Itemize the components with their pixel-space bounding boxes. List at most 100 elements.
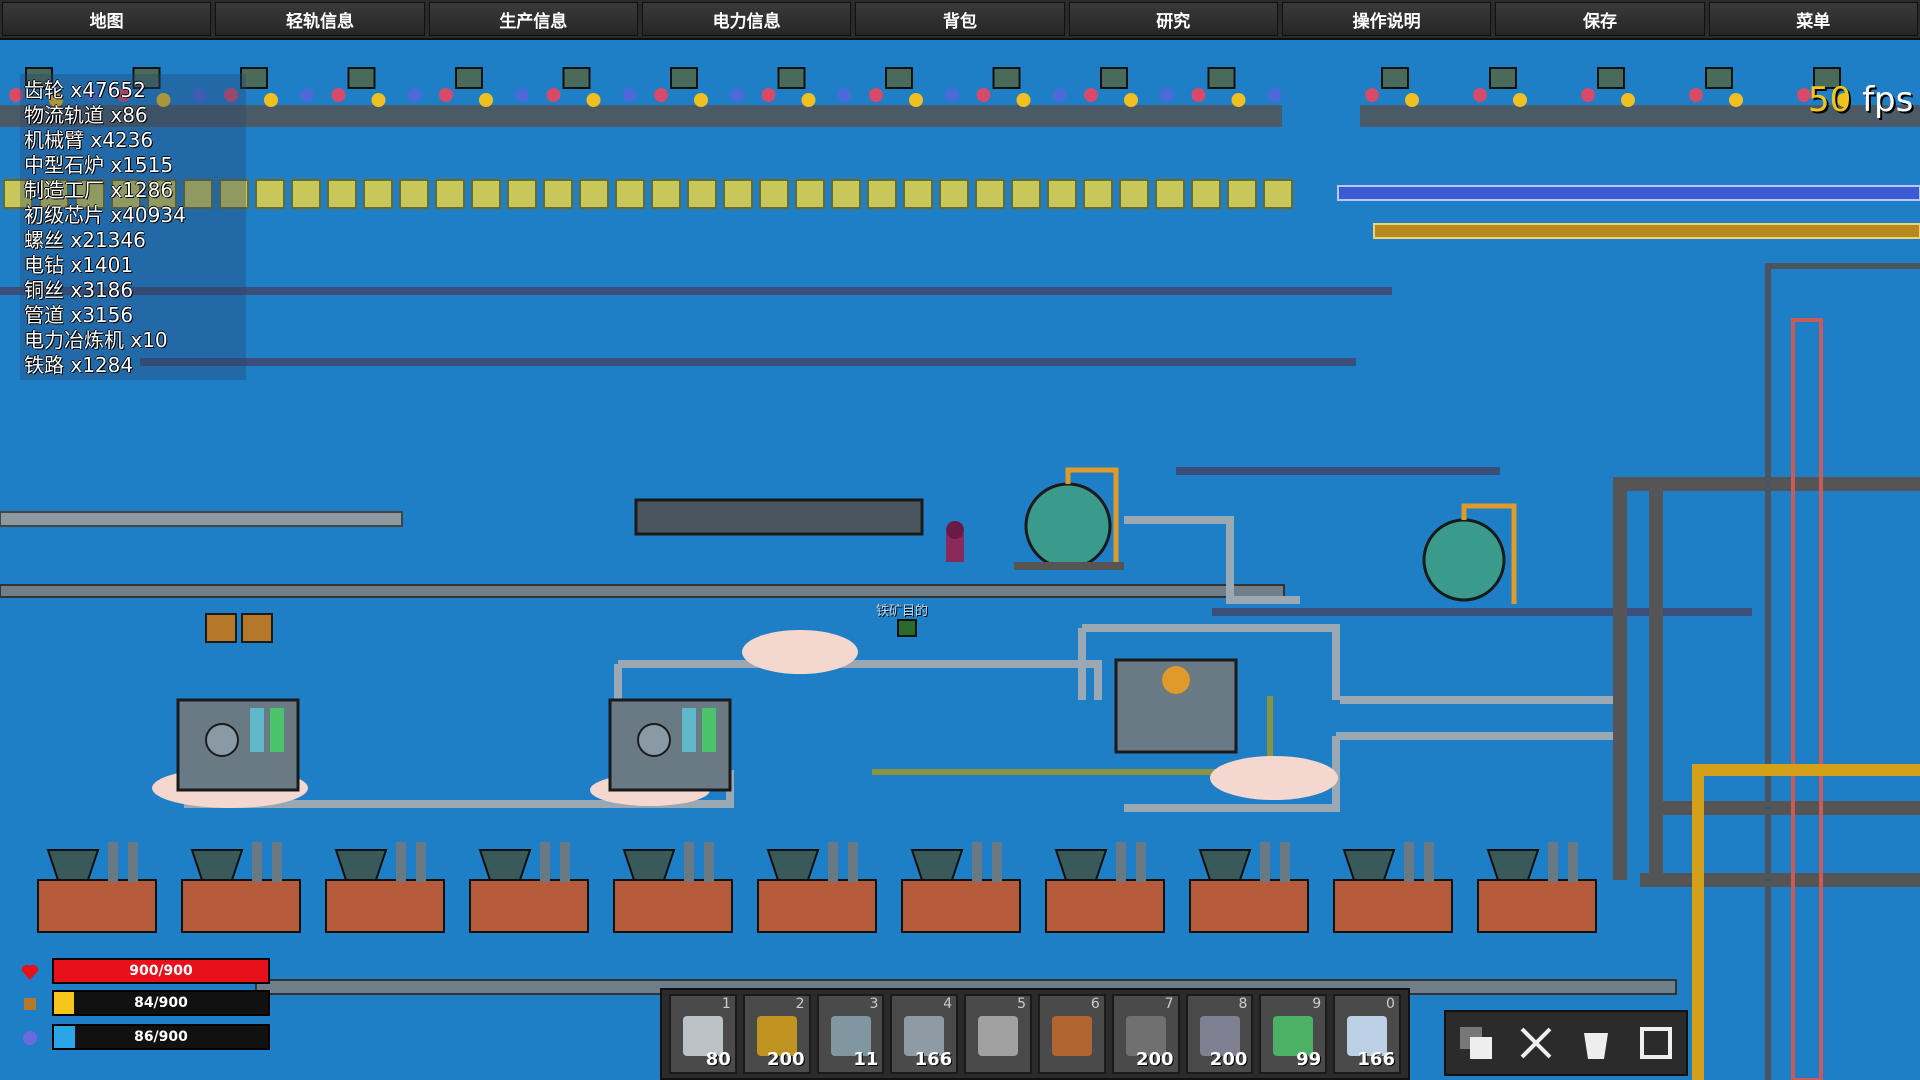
slot-key-label: 5 [1017,996,1026,1012]
cargo-wagons [634,498,924,536]
slot-key-label: 1 [721,996,731,1012]
cancel-tool-button[interactable] [1506,1012,1566,1074]
storage-tank-1 [1014,467,1124,570]
inventory-item: 电力冶炼机 x10 [24,328,168,352]
ore-destination-label: 铁矿目的 [876,604,929,619]
menu-instructions-button[interactable]: 操作说明 [1281,2,1492,36]
inventory-item: 中型石炉 x1515 [24,153,174,177]
copy-tool-button[interactable] [1446,1012,1506,1074]
hotbar-slot-0[interactable]: 0 166 [1333,994,1401,1074]
conveyor-belt-top-right [1337,185,1920,201]
hotbar-slot-3[interactable]: 3 11 [816,994,885,1074]
game-world[interactable] [0,40,1920,1080]
slot-key-label: 0 [1386,996,1395,1012]
menu-save-button[interactable]: 保存 [1495,2,1705,36]
menu-power-info-button[interactable]: 电力信息 [641,2,852,36]
tool-buttons [1444,1010,1688,1076]
hunger-bar: 84/900 [52,990,270,1016]
main-track [0,584,1285,598]
slot-count-label: 80 [705,1049,731,1070]
fps-unit: fps [1851,80,1914,120]
hotbar-slot-4[interactable]: 4 166 [890,994,959,1074]
hotbar-slot-5[interactable]: 5 [964,994,1032,1074]
hotbar-slot-6[interactable]: 6 [1037,994,1106,1074]
health-bar: 900/900 [52,958,270,984]
hunger-text: 84/900 [134,995,188,1011]
crate-pair [205,613,273,643]
select-tool-button[interactable] [1626,1012,1686,1074]
inventory-item: 螺丝 x21346 [24,228,146,252]
furnace-row [37,842,1597,933]
rail-line-4 [1212,608,1752,616]
energy-icon [23,1031,37,1045]
inventory-item: 电钻 x1401 [24,253,134,277]
menu-research-button[interactable]: 研究 [1068,2,1278,36]
menu-light-rail-info-button[interactable]: 轻轨信息 [215,2,425,36]
slot-key-label: 2 [795,996,805,1012]
conveyor-belt-gold [1373,223,1920,239]
menu-backpack-button[interactable]: 背包 [855,2,1065,36]
hotbar-slot-8[interactable]: 8 200 [1185,994,1254,1074]
trash-tool-button[interactable] [1566,1012,1626,1074]
hotbar: 1 80 2 200 3 11 4 166 5 6 7 200 8 200 9 99 0 166 [660,988,1410,1080]
tower-frame [1765,263,1920,1080]
inventory-summary-panel: 齿轮 x47652 物流轨道 x86 机械臂 x4236 中型石炉 x1515 … [20,74,246,380]
slot-count-label: 200 [1136,1049,1174,1070]
refinery [1114,658,1238,754]
inventory-item: 铜丝 x3186 [24,278,134,302]
fps-counter: 50 fps [1808,80,1913,120]
fps-value: 50 [1808,80,1852,120]
slot-key-label: 6 [1090,996,1100,1012]
menu-production-info-button[interactable]: 生产信息 [428,2,638,36]
ore-destination-marker[interactable] [897,619,917,637]
inventory-item: 物流轨道 x86 [24,103,148,127]
hotbar-slot-7[interactable]: 7 200 [1111,994,1180,1074]
menu-main-button[interactable]: 菜单 [1708,2,1918,36]
slot-count-label: 11 [853,1049,879,1070]
hotbar-slot-9[interactable]: 9 99 [1259,994,1328,1074]
slot-key-label: 7 [1164,996,1174,1012]
drill-icon [978,1016,1019,1056]
player-character[interactable] [946,521,964,562]
trash-icon [1584,1033,1608,1059]
hotbar-slot-1[interactable]: 1 80 [669,994,737,1074]
close-icon [1520,1027,1552,1059]
machine-row-top [9,67,1851,107]
storage-tank-2 [1422,503,1517,604]
top-menu-bar: 地图 轻轨信息 生产信息 电力信息 背包 研究 操作说明 保存 菜单 [0,0,1920,40]
pipe-network [184,516,1620,812]
hammer-icon [1051,1016,1092,1056]
ladder [1791,318,1823,1080]
chemical-plant-1 [176,698,300,792]
conveyor-belt-left [0,511,403,527]
inventory-item: 机械臂 x4236 [24,128,154,152]
inventory-item: 齿轮 x47652 [24,78,146,102]
slot-key-label: 4 [943,996,953,1012]
slot-count-label: 99 [1296,1049,1322,1070]
energy-text: 86/900 [134,1029,188,1045]
slot-count-label: 166 [914,1049,953,1070]
menu-map-button[interactable]: 地图 [2,2,212,36]
inventory-item: 制造工厂 x1286 [24,178,174,202]
slot-key-label: 8 [1238,996,1248,1012]
chemical-plant-2 [608,698,732,792]
inventory-item: 管道 x3156 [24,303,134,327]
health-text: 900/900 [129,963,193,979]
square-icon [1640,1027,1672,1059]
slot-key-label: 9 [1312,996,1322,1012]
food-icon [24,998,36,1010]
slot-count-label: 200 [767,1049,805,1070]
heart-icon [21,964,39,980]
gold-pipe-frame [1692,764,1920,1080]
inventory-item: 初级芯片 x40934 [24,203,186,227]
rail-line-2 [140,358,1356,366]
hotbar-slot-2[interactable]: 2 200 [742,994,811,1074]
rail-line-3 [1176,467,1500,475]
copy-icon [1460,1027,1492,1059]
inventory-item: 铁路 x1284 [24,353,134,377]
slot-count-label: 166 [1357,1049,1395,1070]
factory-row-top [0,105,1920,127]
slot-key-label: 3 [869,996,879,1012]
slot-count-label: 200 [1209,1049,1248,1070]
energy-bar: 86/900 [52,1024,270,1050]
